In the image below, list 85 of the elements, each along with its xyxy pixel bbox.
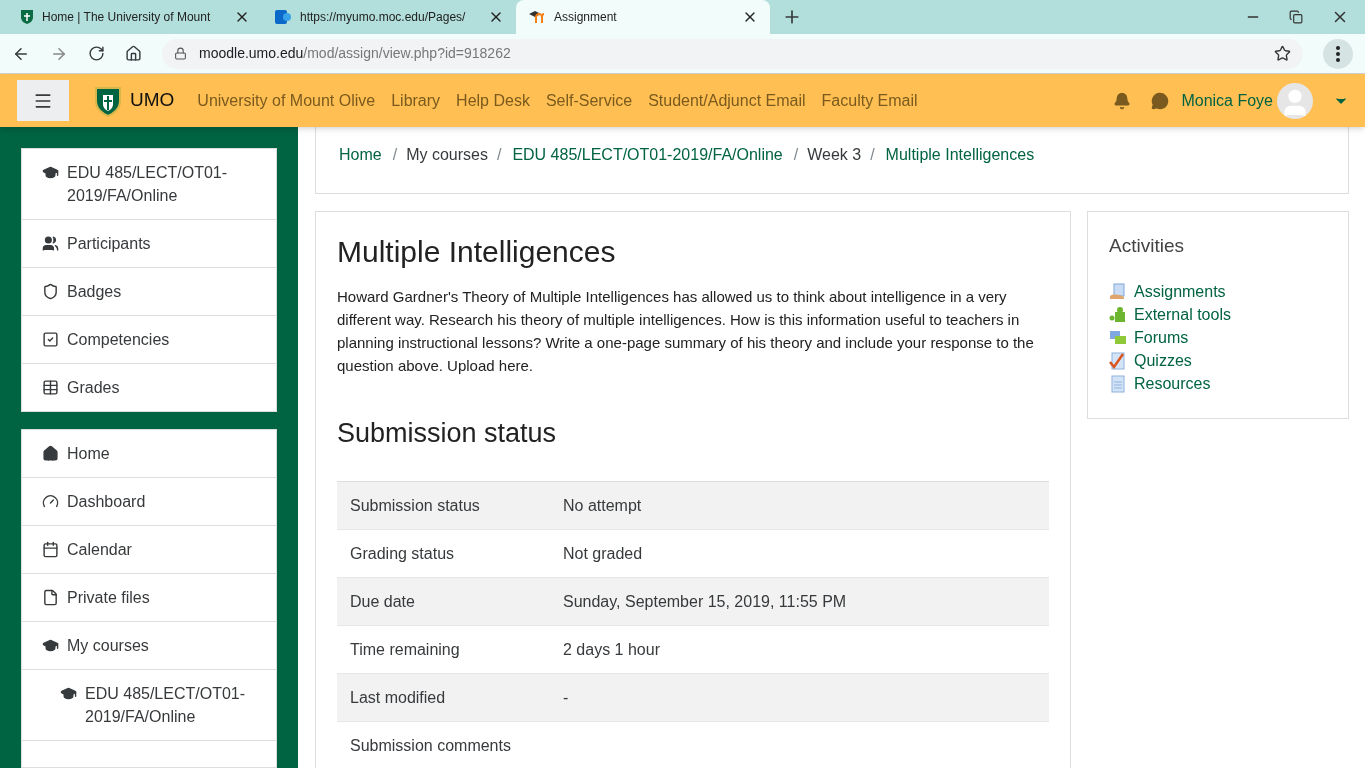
home-icon — [42, 445, 59, 462]
breadcrumb-link[interactable]: Home — [337, 143, 384, 167]
puzzle-icon — [1109, 306, 1127, 324]
checkbox-icon — [42, 331, 59, 348]
browser-tab[interactable]: Home | The University of Mount — [8, 0, 262, 34]
tab-title: Home | The University of Mount — [42, 10, 211, 24]
row-label: Due date — [349, 591, 416, 612]
lock-icon — [174, 47, 187, 60]
header-link[interactable]: Library — [391, 88, 441, 113]
header-link[interactable]: Self-Service — [545, 88, 633, 113]
url-text: moodle.umo.edu/mod/assign/view.php?id=918262 — [199, 44, 512, 63]
reload-icon[interactable] — [88, 45, 105, 62]
breadcrumb-separator: / — [496, 145, 502, 165]
chat-bubble-icon[interactable] — [1151, 91, 1170, 110]
sidebar-item[interactable]: EDU 485/LECT/OT01-2019/FA/Online — [22, 670, 276, 741]
breadcrumb-separator: / — [870, 145, 875, 165]
row-label: Last modified — [349, 687, 447, 708]
sidebar-item[interactable]: Home — [22, 430, 276, 478]
sidebar-item[interactable]: Competencies — [22, 316, 276, 364]
menu-button[interactable] — [17, 80, 69, 121]
checkmark-document-icon — [1109, 352, 1127, 370]
header-link[interactable]: Help Desk — [456, 88, 530, 113]
mortarboard-icon — [42, 164, 59, 181]
sidebar-item[interactable]: EDU 485/LECT/OT01-2019/FA/Online — [22, 149, 276, 220]
user-name[interactable]: Monica Foye — [1181, 88, 1273, 113]
activity-link[interactable]: Assignments — [1134, 280, 1226, 304]
shield-icon — [42, 283, 59, 300]
sidebar-item[interactable]: Dashboard — [22, 478, 276, 526]
row-value: No attempt — [562, 495, 643, 516]
shield-logo-icon[interactable] — [94, 84, 122, 117]
section-heading: Submission status — [337, 417, 558, 450]
header-link[interactable]: Student/Adjunct Email — [648, 88, 806, 113]
file-icon — [42, 589, 59, 606]
sidebar-item[interactable]: Calendar — [22, 526, 276, 574]
row-value: 2 days 1 hour — [562, 639, 661, 660]
sidebar-item[interactable]: My courses — [22, 622, 276, 670]
sidebar-item[interactable]: Private files — [22, 574, 276, 622]
breadcrumb-separator: / — [392, 145, 398, 165]
row-label: Grading status — [349, 543, 456, 564]
address-field[interactable]: moodle.umo.edu/mod/assign/view.php?id=918262 — [162, 38, 1303, 69]
assignment-description: Howard Gardner's Theory of Multiple Intelligences has allowed us to think about intelligence in a very different way. Research his theory of multiple intelligences. How is this information useful to teachers in planning instructional lessons? Write a one-page summary of his theory and include your response to the question above. Upload here. — [337, 287, 1035, 376]
tab-title: https://myumo.moc.edu/Pages/ — [300, 10, 466, 24]
row-label: Time remaining — [349, 639, 461, 660]
calendar-icon — [42, 541, 59, 558]
assignment-title: Multiple Intelligences — [337, 234, 617, 270]
breadcrumb-link[interactable]: EDU 485/LECT/OT01-2019/FA/Online — [510, 143, 785, 167]
sidebar-item[interactable]: Grades — [22, 364, 276, 411]
sidebar-item[interactable]: Participants — [22, 220, 276, 268]
chat-bubbles-icon — [1109, 329, 1127, 347]
activity-link[interactable]: Resources — [1134, 372, 1211, 396]
row-value: Sunday, September 15, 2019, 11:55 PM — [562, 591, 848, 612]
mortarboard-icon — [42, 637, 59, 654]
header-link[interactable]: University of Mount Olive — [197, 88, 376, 113]
table-icon — [42, 379, 59, 396]
sidebar-item[interactable]: Badges — [22, 268, 276, 316]
activity-link[interactable]: Forums — [1134, 326, 1189, 350]
row-label: Submission status — [349, 495, 481, 516]
breadcrumb-text: Week 3 — [807, 145, 862, 165]
bell-icon[interactable] — [1113, 91, 1132, 110]
site-name[interactable]: UMO — [130, 86, 175, 115]
breadcrumb-link[interactable]: Multiple Intelligences — [883, 143, 1037, 167]
home-icon[interactable] — [125, 45, 142, 62]
browser-menu-button[interactable] — [1323, 38, 1353, 69]
activity-link[interactable]: Quizzes — [1134, 349, 1192, 373]
activity-link[interactable]: External tools — [1134, 303, 1231, 327]
shield-icon — [20, 9, 34, 25]
row-value: Not graded — [562, 543, 644, 564]
people-icon — [42, 235, 59, 252]
restore-icon[interactable] — [1289, 10, 1303, 24]
gauge-icon — [42, 493, 59, 510]
browser-tab[interactable]: https://myumo.moc.edu/Pages/ — [262, 0, 516, 34]
row-label: Submission comments — [349, 735, 512, 756]
block-title: Activities — [1109, 234, 1185, 258]
bookmark-star-icon[interactable] — [1274, 45, 1291, 62]
more-icon — [1336, 45, 1340, 62]
breadcrumb-separator: / — [793, 145, 799, 165]
hand-document-icon — [1109, 283, 1127, 301]
mortarboard-icon — [60, 685, 77, 702]
document-icon — [1109, 375, 1127, 393]
row-value: - — [562, 687, 570, 708]
browser-tab[interactable]: Assignment — [516, 0, 770, 34]
header-link[interactable]: Faculty Email — [821, 88, 918, 113]
mortarboard-icon — [528, 10, 546, 24]
tab-title: Assignment — [554, 10, 617, 24]
breadcrumb-text: My courses — [406, 145, 488, 165]
